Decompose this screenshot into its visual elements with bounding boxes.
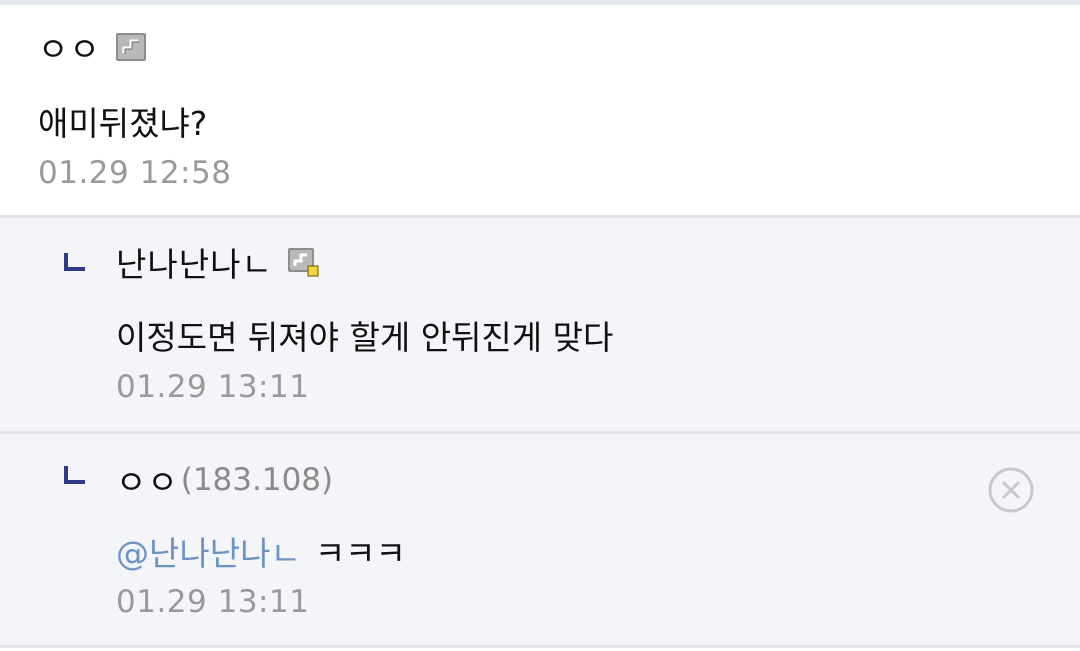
reply-item: ㅇㅇ (183.108) @난나난나ㄴ ㅋㅋㅋ 01.29 13:11 [0,434,1080,648]
comment-author-row: ㅇㅇ [38,25,147,69]
reply-body-text: ㅋㅋㅋ [314,534,406,573]
comment-nickname[interactable]: ㅇㅇ [38,23,101,71]
comment-timestamp: 01.29 12:58 [38,155,232,191]
reply-body: @난나난나ㄴ ㅋㅋㅋ [116,527,406,575]
reply-timestamp: 01.29 13:11 [116,584,310,620]
reply-body: 이정도면 뒤져야 할게 안뒤진게 맞다 [116,318,614,357]
reply-item: 난나난나ㄴ 이정도면 뒤져야 할게 안뒤진게 맞다 01.29 13:11 [0,218,1080,434]
reply-arrow-icon [64,252,86,272]
gallog-icon[interactable] [115,32,147,62]
delete-button[interactable] [988,467,1034,513]
reply-ip: (183.108) [180,462,334,498]
comment-list: ㅇㅇ 애미뒤졌냐? 01.29 12:58 난나난나ㄴ 이정도면 뒤져야 할게 … [0,0,1080,651]
reply-nickname[interactable]: ㅇㅇ [116,456,179,504]
gallog-icon-fixed[interactable] [287,247,319,277]
reply-author-row: ㅇㅇ (183.108) [116,458,333,502]
reply-author-row: 난나난나ㄴ [116,240,319,284]
reply-timestamp: 01.29 13:11 [116,369,310,405]
comment-body: 애미뒤졌냐? [38,104,208,143]
delete-icon [988,467,1034,513]
comment-item: ㅇㅇ 애미뒤졌냐? 01.29 12:58 [0,5,1080,218]
reply-arrow-icon [64,465,86,485]
reply-nickname[interactable]: 난나난나ㄴ [116,238,273,286]
reply-mention[interactable]: @난나난나ㄴ [116,534,301,573]
